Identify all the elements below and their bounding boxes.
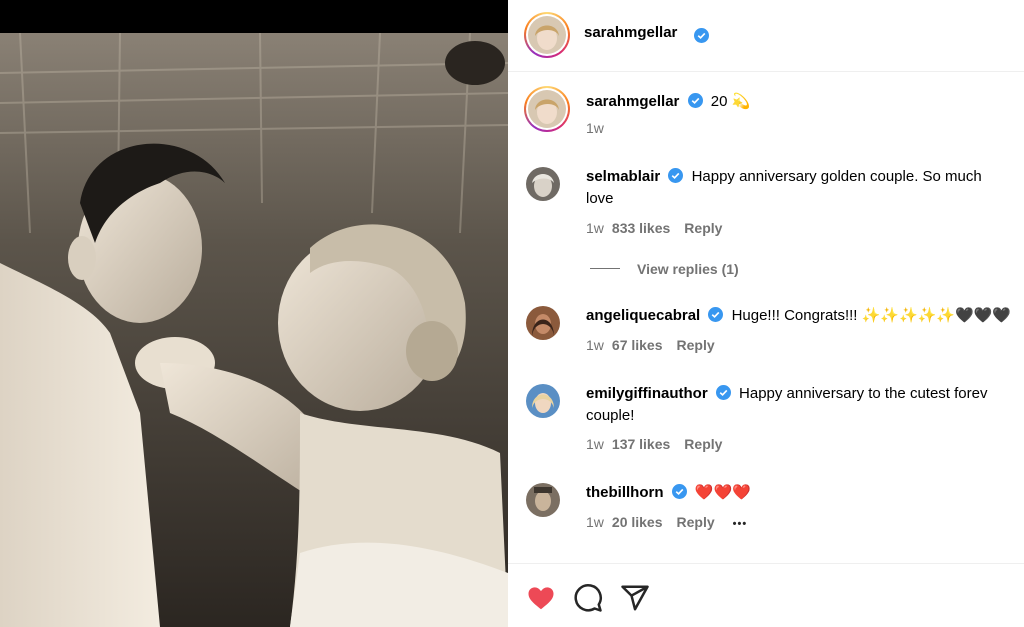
comment-time[interactable]: 1w [586, 220, 604, 236]
post-header: sarahmgellar [508, 0, 1024, 72]
comment-line-3: emilygiffinauthor Happy anniversary to t… [586, 383, 987, 405]
instagram-post-view: sarahmgellar sarahmgellar 20 💫 1w selmab… [0, 0, 1024, 627]
comment-avatar-selmablair[interactable] [526, 167, 560, 201]
heart-filled-icon[interactable] [526, 583, 556, 613]
reply-button[interactable]: Reply [677, 337, 715, 353]
caption-text: 20 [710, 93, 728, 110]
caption-line: sarahmgellar 20 💫 [586, 91, 750, 113]
comment-icon[interactable] [573, 583, 603, 613]
verified-badge-icon [715, 385, 731, 400]
comment-line-4: thebillhorn ❤️❤️❤️ [586, 482, 751, 504]
comment-text: Happy anniversary to the cutest forev [739, 385, 988, 402]
thebillhorn-avatar-image [526, 483, 560, 517]
verified-badge-icon [687, 93, 703, 108]
top-black-bar [0, 0, 508, 33]
comment-avatar-thebillhorn[interactable] [526, 483, 560, 517]
caption-time[interactable]: 1w [586, 120, 604, 136]
comment-username[interactable]: thebillhorn [586, 484, 664, 501]
comment-meta: 1w 67 likes Reply [586, 337, 715, 353]
comment-text: ❤️❤️❤️ [694, 484, 751, 501]
post-photo[interactable] [0, 33, 508, 627]
reply-button[interactable]: Reply [677, 514, 715, 530]
comment-avatar-angeliquecabral[interactable] [526, 306, 560, 340]
comment-likes[interactable]: 137 likes [612, 436, 670, 452]
view-replies-button[interactable]: View replies (1) [637, 261, 739, 277]
comment-line-1: selmablair Happy anniversary golden coup… [586, 166, 982, 188]
more-options-icon[interactable]: ••• [733, 518, 748, 530]
reply-button[interactable]: Reply [684, 220, 722, 236]
comment-username[interactable]: emilygiffinauthor [586, 385, 708, 402]
comment-time[interactable]: 1w [586, 514, 604, 530]
comment-username[interactable]: selmablair [586, 168, 660, 185]
verified-badge-icon [708, 307, 724, 322]
comment-text-continued: couple! [586, 407, 635, 424]
action-bar [508, 563, 1024, 627]
comment-text-continued: love [586, 190, 614, 207]
caption-username[interactable]: sarahmgellar [586, 93, 679, 110]
comment-meta: 1w 20 likes Reply ••• [586, 514, 747, 530]
comment-username[interactable]: angeliquecabral [586, 307, 700, 324]
caption-author-avatar[interactable] [524, 86, 570, 132]
angeliquecabral-avatar-image [526, 306, 560, 340]
selmablair-avatar-image [526, 167, 560, 201]
comment-meta: 1w 833 likes Reply [586, 220, 722, 236]
dizzy-emoji-icon: 💫 [731, 93, 751, 110]
header-username[interactable]: sarahmgellar [584, 24, 677, 41]
comment-time[interactable]: 1w [586, 337, 604, 353]
comment-text: Huge!!! Congrats!!! ✨✨✨✨✨🖤🖤🖤 [731, 307, 1012, 324]
reply-button[interactable]: Reply [684, 436, 722, 452]
wedding-photo-illustration [0, 33, 508, 627]
share-icon[interactable] [620, 583, 650, 613]
verified-badge-icon [671, 484, 687, 499]
comment-likes[interactable]: 833 likes [612, 220, 670, 236]
view-replies-divider [590, 268, 620, 269]
post-details-panel: sarahmgellar sarahmgellar 20 💫 1w selmab… [508, 0, 1024, 627]
comment-avatar-emilygiffinauthor[interactable] [526, 384, 560, 418]
comment-time[interactable]: 1w [586, 436, 604, 452]
comment-meta: 1w 137 likes Reply [586, 436, 722, 452]
emilygiffinauthor-avatar-image [526, 384, 560, 418]
caption-avatar-image [528, 90, 566, 128]
verified-badge-icon [694, 28, 709, 43]
comment-line-2: angeliquecabral Huge!!! Congrats!!! ✨✨✨✨… [586, 305, 1011, 327]
author-avatar-image [528, 16, 566, 54]
comment-likes[interactable]: 67 likes [612, 337, 663, 353]
comment-likes[interactable]: 20 likes [612, 514, 663, 530]
author-avatar[interactable] [524, 12, 570, 58]
verified-badge-icon [668, 168, 684, 183]
comment-text: Happy anniversary golden couple. So much [691, 168, 982, 185]
